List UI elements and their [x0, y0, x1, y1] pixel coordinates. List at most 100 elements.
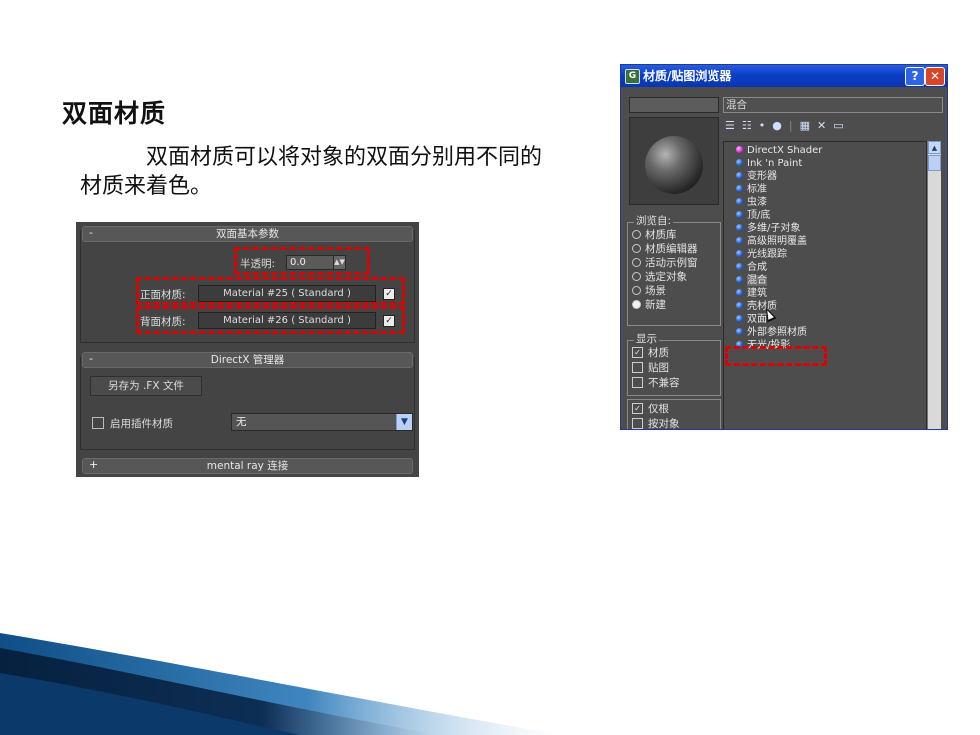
checkbox-icon[interactable]	[632, 361, 643, 373]
double-sided-highlight	[725, 346, 827, 366]
list-item-double-sided[interactable]: 双面	[736, 313, 767, 326]
save-fx-button[interactable]: 另存为 .FX 文件	[90, 376, 202, 396]
small-icons-icon[interactable]: •	[759, 119, 766, 132]
list-item[interactable]: 高级照明覆盖	[736, 235, 807, 248]
swatch-icon[interactable]: ▦	[800, 119, 810, 132]
material-type-icon	[736, 301, 743, 309]
scroll-up-icon[interactable]: ▲	[928, 141, 941, 154]
slide-body-text: 双面材质可以将对象的双面分别用不同的材质来着色。	[80, 145, 543, 199]
browser-toolbar: ☰ ☷ • ● | ▦ ✕ ▭	[725, 119, 851, 135]
rollout-title: DirectX 管理器	[210, 354, 285, 366]
material-map-browser-window: G 材质/贴图浏览器 ? ✕ 混合 ☰ ☷ • ● | ▦ ✕ ▭ 浏览自: 材质库 材质编辑…	[620, 64, 948, 430]
app-icon: G	[625, 69, 640, 84]
window-title: 材质/贴图浏览器	[643, 69, 732, 83]
list-item[interactable]: 变形器	[736, 170, 777, 183]
browse-from-group: 浏览自: 材质库 材质编辑器 活动示例窗 选定对象 场景 新建	[627, 215, 721, 326]
rollout-mental-ray[interactable]: + mental ray 连接	[82, 458, 413, 474]
large-icons-icon[interactable]: ●	[772, 119, 782, 132]
material-type-icon	[736, 223, 743, 231]
radio-icon[interactable]	[632, 285, 641, 295]
material-type-icon	[736, 275, 743, 283]
translucency-highlight	[234, 247, 370, 275]
radio-option[interactable]: 选定对象	[632, 271, 687, 284]
group-title: 浏览自:	[634, 215, 674, 228]
group-title: 显示	[634, 333, 659, 346]
clear-icon[interactable]: ▭	[833, 119, 843, 132]
radio-icon[interactable]	[632, 229, 641, 239]
rollout-frame	[80, 357, 415, 450]
decorative-swoosh	[0, 633, 560, 735]
list-item[interactable]: 外部参照材质	[736, 326, 807, 339]
list-item[interactable]: DirectX Shader	[736, 144, 822, 157]
material-type-icon	[736, 158, 743, 166]
checkbox-option[interactable]: 不兼容	[632, 376, 680, 390]
double-sided-params-panel: - 双面基本参数 半透明: 0.0 ▲▼ 正面材质: Material #25 …	[76, 222, 419, 477]
help-button[interactable]: ?	[905, 67, 925, 86]
delete-icon[interactable]: ✕	[817, 119, 826, 132]
list-scrollbar[interactable]: ▲	[927, 141, 941, 429]
material-type-icon	[736, 314, 743, 322]
checkbox-option[interactable]: 按对象	[632, 417, 680, 429]
checkbox-icon[interactable]	[632, 417, 643, 429]
checkbox-option[interactable]: ✓ 材质	[632, 346, 669, 360]
list-item[interactable]: 标准	[736, 183, 767, 196]
close-button[interactable]: ✕	[925, 67, 945, 86]
show-group: 显示 ✓ 材质 贴图 不兼容	[627, 333, 721, 396]
radio-icon[interactable]	[632, 257, 641, 267]
chevron-down-icon[interactable]: ▼	[396, 414, 412, 430]
radio-option-selected[interactable]: 新建	[632, 299, 666, 312]
radio-option[interactable]: 材质编辑器	[632, 243, 698, 256]
list-item[interactable]: 多维/子对象	[736, 222, 800, 235]
list-icons-icon[interactable]: ☷	[742, 119, 752, 132]
toolbar-divider: |	[788, 119, 793, 132]
radio-option[interactable]: 活动示例窗	[632, 257, 698, 270]
filter-group: ✓ 仅根 按对象	[627, 399, 721, 429]
material-preview	[629, 117, 719, 205]
material-list[interactable]: DirectX Shader Ink 'n Paint 变形器 标准 虫漆 顶/…	[723, 141, 927, 429]
material-type-icon	[736, 184, 743, 192]
checkbox-option[interactable]: ✓ 仅根	[632, 402, 669, 416]
enable-plugin-checkbox[interactable]	[92, 417, 104, 429]
material-type-icon	[736, 236, 743, 244]
slide-title: 双面材质	[62, 99, 167, 128]
material-type-icon	[736, 249, 743, 257]
scroll-thumb[interactable]	[928, 155, 941, 171]
material-type-icon	[736, 288, 743, 296]
radio-option[interactable]: 场景	[632, 285, 666, 298]
material-type-icon	[736, 145, 743, 153]
radio-selected-icon[interactable]	[632, 299, 641, 309]
checkbox-icon[interactable]	[632, 376, 643, 388]
material-name-field[interactable]: 混合	[723, 97, 943, 113]
radio-option[interactable]: 材质库	[632, 229, 677, 242]
list-item[interactable]: 建筑	[736, 287, 767, 300]
list-item[interactable]: 合成	[736, 261, 767, 274]
radio-icon[interactable]	[632, 243, 641, 253]
enable-plugin-label: 启用插件材质	[110, 418, 173, 430]
plugin-material-dropdown[interactable]: 无 ▼	[231, 413, 413, 431]
list-item[interactable]: 光线跟踪	[736, 248, 787, 261]
material-type-icon	[736, 327, 743, 335]
list-item[interactable]: 虫漆	[736, 196, 767, 209]
title-bar[interactable]: G 材质/贴图浏览器 ? ✕	[621, 65, 947, 87]
checkbox-checked-icon[interactable]: ✓	[632, 402, 643, 414]
preview-sphere	[645, 136, 703, 194]
rollout-title: 双面基本参数	[216, 228, 279, 240]
dropdown-value: 无	[236, 416, 247, 428]
rollout-title: mental ray 连接	[206, 460, 289, 472]
facing-material-highlight	[136, 277, 405, 305]
material-type-icon	[736, 262, 743, 270]
list-icon[interactable]: ☰	[725, 119, 735, 132]
rollout-basic-params[interactable]: - 双面基本参数	[82, 226, 413, 242]
checkbox-option[interactable]: 贴图	[632, 361, 669, 375]
material-type-icon	[736, 197, 743, 205]
material-name-swatch	[629, 97, 719, 113]
list-item[interactable]: Ink 'n Paint	[736, 157, 802, 170]
list-item-selected[interactable]: 混合	[736, 274, 767, 287]
list-item[interactable]: 顶/底	[736, 209, 770, 222]
rollout-directx[interactable]: - DirectX 管理器	[82, 352, 413, 368]
back-material-highlight	[136, 306, 405, 334]
material-type-icon	[736, 171, 743, 179]
material-type-icon	[736, 210, 743, 218]
radio-icon[interactable]	[632, 271, 641, 281]
checkbox-checked-icon[interactable]: ✓	[632, 346, 643, 358]
